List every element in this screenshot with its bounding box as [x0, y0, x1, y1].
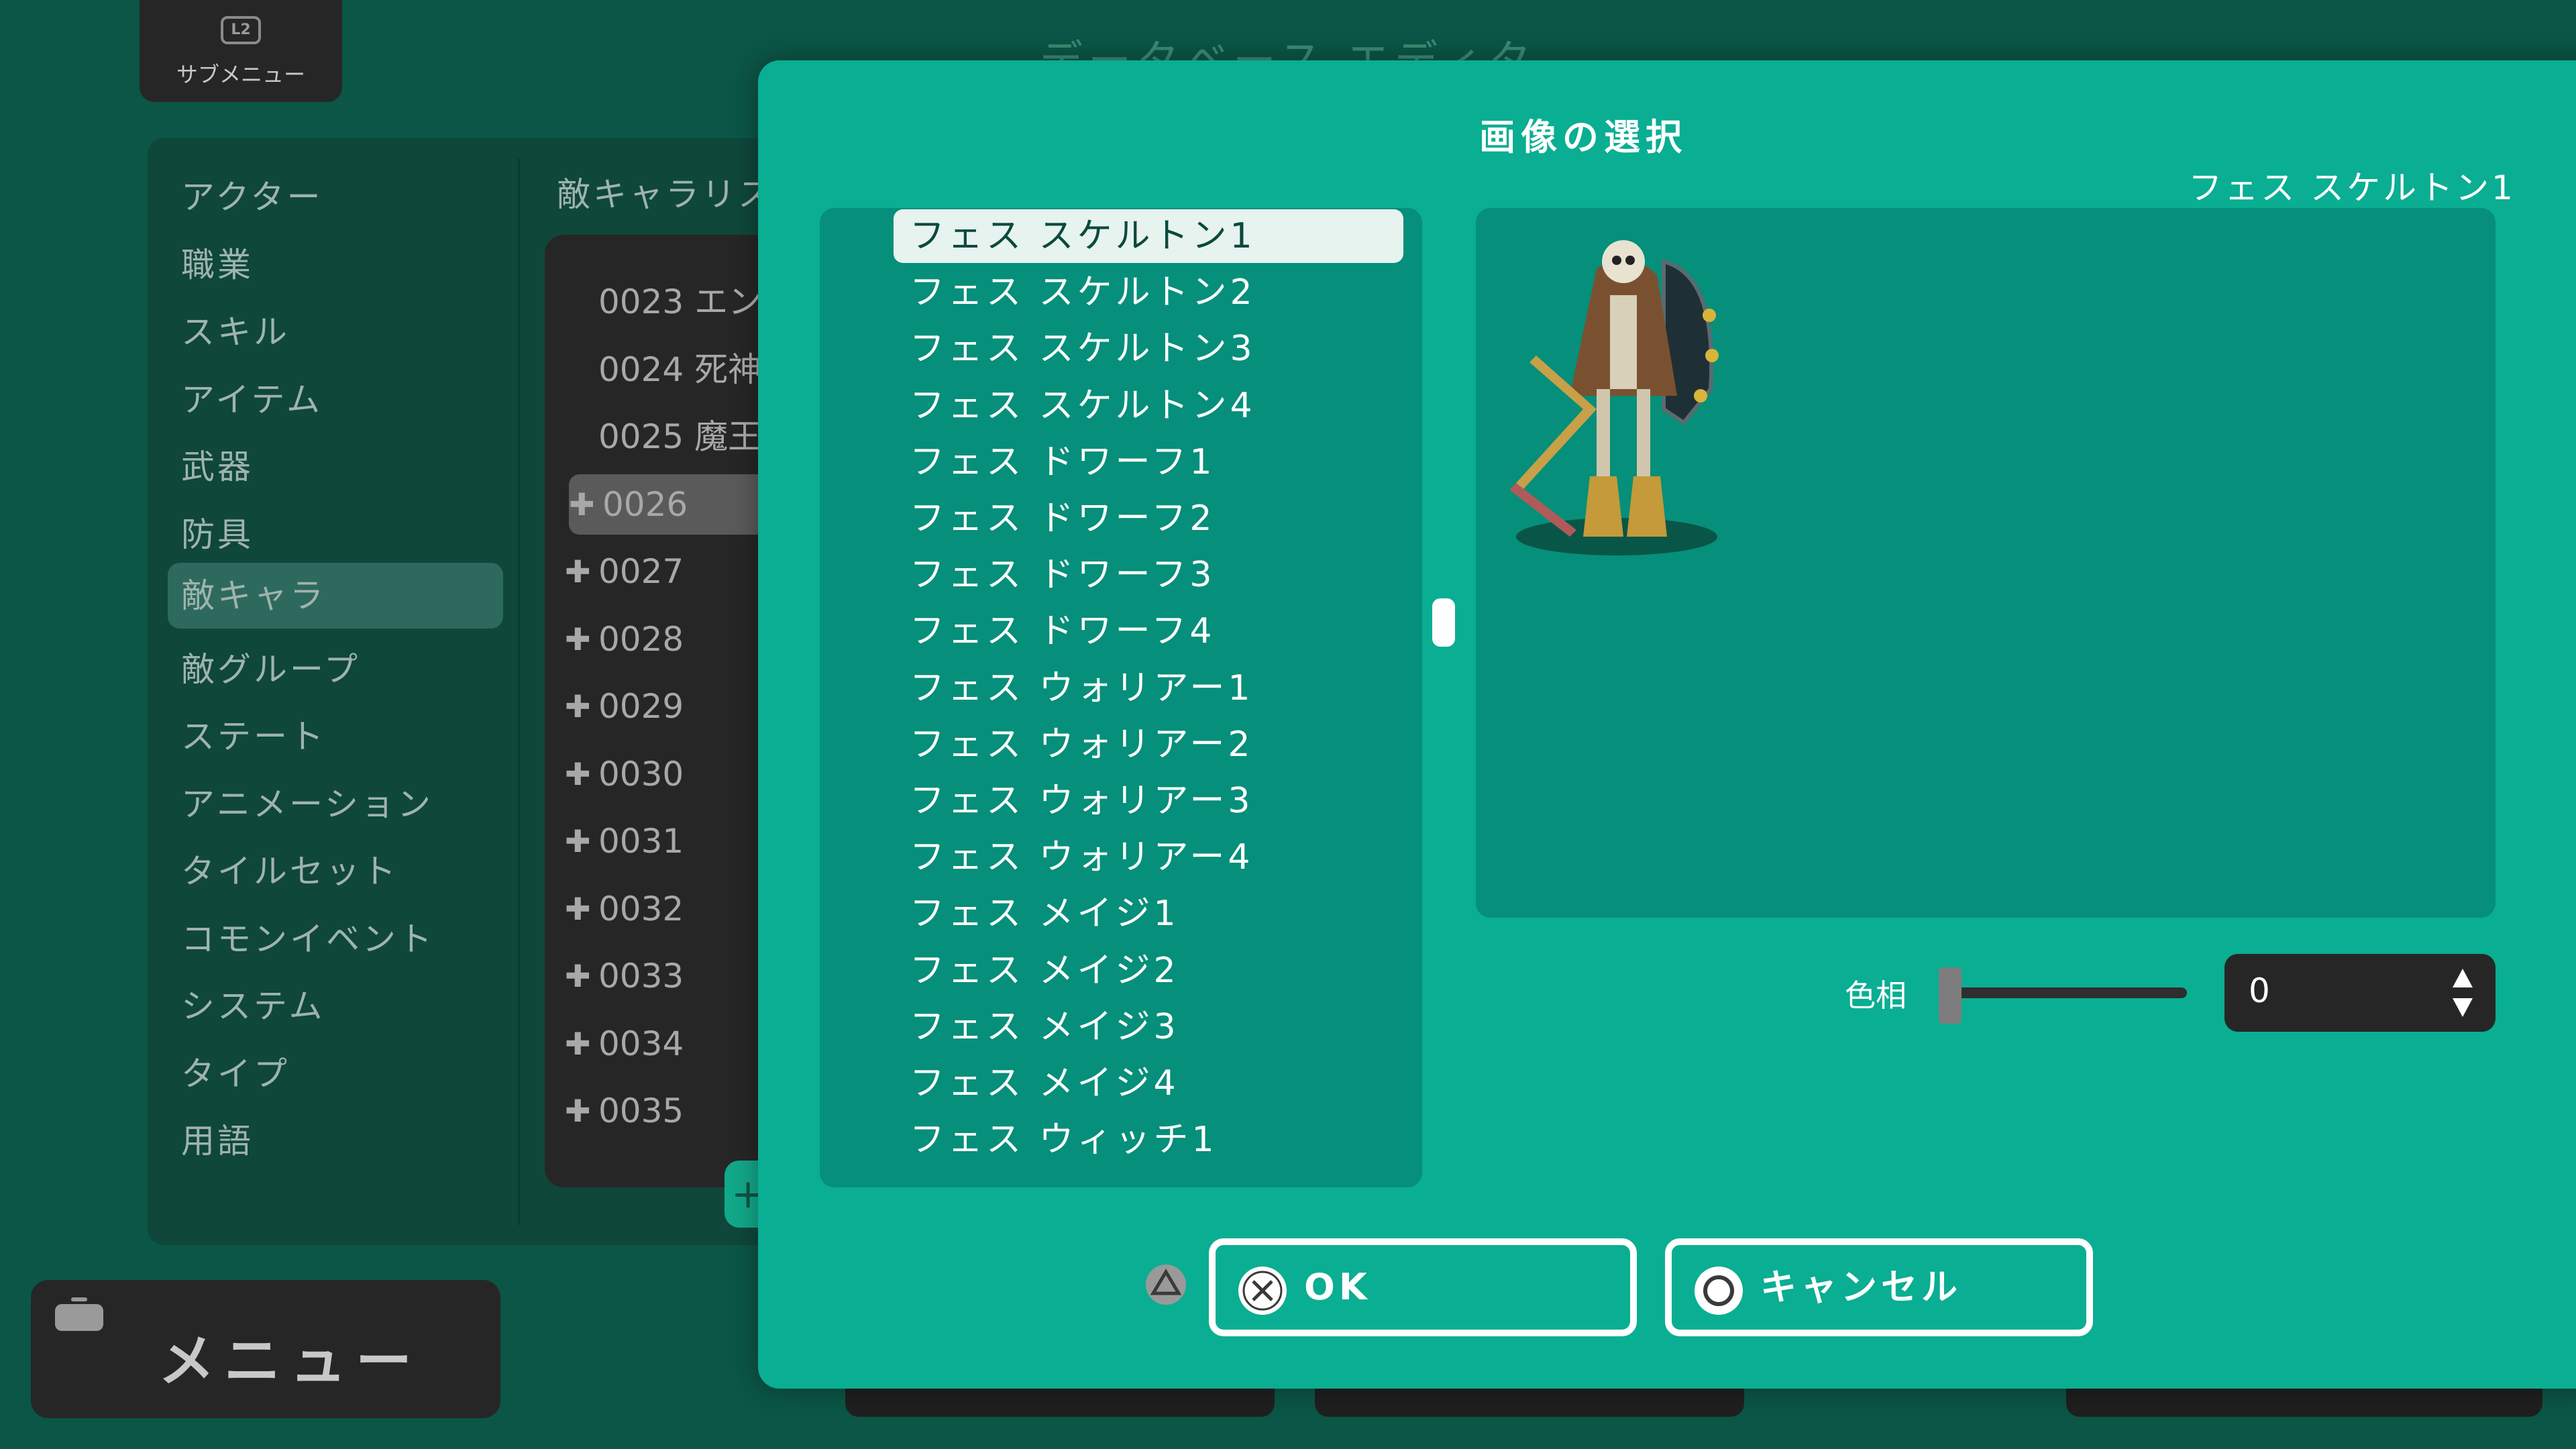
category-item[interactable]: タイプ	[181, 1047, 290, 1095]
submenu-label: サブメニュー	[176, 62, 305, 87]
dialog-title: 画像の選択	[1479, 116, 1687, 158]
image-list-item[interactable]: フェス ドワーフ1	[894, 435, 1216, 489]
skeleton-sprite-preview	[1509, 240, 1719, 555]
plus-icon: ✚	[565, 823, 591, 859]
image-list-item[interactable]: フェス ウォリアー2	[894, 718, 1254, 771]
plus-icon: ✚	[569, 486, 595, 523]
image-list-item[interactable]: フェス スケルトン4	[894, 379, 1256, 433]
image-preview	[1476, 208, 2496, 918]
image-list-item[interactable]: フェス ドワーフ4	[894, 604, 1216, 658]
plus-icon: ✚	[565, 1093, 591, 1129]
plus-icon: ✚	[565, 553, 591, 590]
plus-icon: ✚	[565, 688, 591, 724]
image-list-item[interactable]: フェス メイジ4	[894, 1057, 1179, 1110]
image-list-item[interactable]: フェス スケルトン3	[894, 322, 1256, 376]
enemy-label: 0033	[598, 957, 684, 996]
ok-button[interactable]: OK	[1209, 1238, 1637, 1336]
plus-icon: ✚	[565, 621, 591, 657]
plus-icon: ✚	[565, 755, 591, 792]
enemy-label: 0024 死神	[598, 350, 762, 389]
enemy-label: 0034	[598, 1024, 684, 1063]
category-item[interactable]: 職業	[181, 238, 254, 286]
image-select-dialog: 画像の選択 フェス スケルトン1 フェス スケルトン1 フェス スケルトン2 フェス…	[758, 60, 2576, 1389]
touchpad-icon	[55, 1297, 103, 1331]
submenu-button[interactable]: L2 サブメニュー	[140, 0, 342, 102]
hue-slider[interactable]	[1945, 987, 2187, 998]
plus-icon: ✚	[565, 958, 591, 994]
hue-stepper[interactable]: 0	[2224, 954, 2496, 1032]
enemy-label: 0028	[598, 619, 684, 659]
enemy-label: 0025 魔王	[598, 417, 762, 456]
enemy-label: 0032	[598, 889, 684, 928]
image-list-item[interactable]: フェス ドワーフ3	[894, 548, 1216, 602]
cancel-button[interactable]: キャンセル	[1665, 1238, 2093, 1336]
category-item[interactable]: ステート	[181, 710, 326, 758]
enemy-label: 0027	[598, 552, 684, 591]
image-list-item[interactable]: フェス ウォリアー1	[894, 661, 1254, 715]
enemy-label: 0031	[598, 822, 684, 861]
menu-label: メニュー	[158, 1328, 422, 1394]
hue-value[interactable]: 0	[2249, 971, 2270, 1010]
category-item[interactable]: 武器	[181, 440, 254, 488]
enemy-label: 0035	[598, 1091, 684, 1130]
image-list-scrollbar[interactable]	[1432, 598, 1455, 647]
hue-label: 色相	[1845, 977, 1907, 1014]
category-item[interactable]: アニメーション	[181, 777, 433, 826]
cross-button-icon	[1238, 1267, 1287, 1315]
category-item[interactable]: 用語	[181, 1114, 254, 1163]
plus-icon: ✚	[565, 1025, 591, 1062]
circle-button-icon	[1695, 1267, 1743, 1315]
category-item[interactable]: システム	[181, 979, 325, 1028]
image-list-item[interactable]: フェス ウォリアー4	[894, 830, 1254, 884]
image-list-item[interactable]: フェス メイジ1	[894, 887, 1179, 941]
enemy-label: 0023 エン	[598, 282, 762, 321]
category-item[interactable]: アイテム	[181, 373, 323, 421]
category-item[interactable]: アクター	[181, 170, 323, 219]
image-list[interactable]: フェス スケルトン1 フェス スケルトン2 フェス スケルトン3 フェス スケルトン4…	[820, 208, 1422, 1187]
ok-label: OK	[1304, 1266, 1371, 1308]
category-item[interactable]: 防具	[181, 508, 254, 556]
triangle-button-icon	[1146, 1265, 1186, 1305]
panel-divider	[518, 158, 520, 1225]
category-item[interactable]: 敵キャラ	[168, 563, 503, 629]
database-panel: アクター職業スキルアイテム武器防具敵キャラ敵グループステートアニメーション タイル…	[148, 138, 813, 1245]
image-list-item[interactable]: フェス ウィッチ1	[894, 1113, 1218, 1167]
cancel-label: キャンセル	[1760, 1266, 1962, 1308]
stepper-arrows-icon[interactable]	[2451, 965, 2474, 1021]
hue-slider-knob[interactable]	[1939, 967, 1962, 1024]
plus-icon: ✚	[565, 890, 591, 927]
category-item[interactable]: スキル	[181, 305, 290, 354]
image-list-item[interactable]: フェス スケルトン2	[894, 266, 1256, 319]
image-list-item[interactable]: フェス メイジ2	[894, 944, 1179, 998]
category-item[interactable]: タイルセット	[181, 845, 398, 893]
selected-image-name: フェス スケルトン1	[2188, 168, 2516, 207]
category-item[interactable]: 敵グループ	[181, 643, 360, 691]
image-list-item[interactable]: フェス メイジ3	[894, 1000, 1179, 1054]
enemy-label: 0026	[602, 484, 688, 524]
category-item[interactable]: コモンイベント	[181, 912, 435, 961]
menu-button[interactable]: メニュー	[31, 1280, 500, 1418]
l2-button-icon: L2	[221, 16, 261, 44]
image-list-item[interactable]: フェス ウォリアー3	[894, 774, 1254, 828]
image-list-item[interactable]: フェス スケルトン1	[894, 209, 1403, 263]
image-list-item[interactable]: フェス ドワーフ2	[894, 492, 1216, 545]
enemy-label: 0030	[598, 754, 684, 794]
enemy-label: 0029	[598, 687, 684, 726]
